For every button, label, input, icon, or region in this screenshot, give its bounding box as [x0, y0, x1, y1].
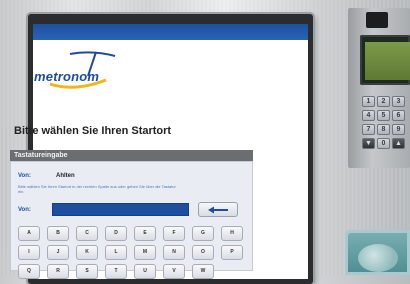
card-slot[interactable] [366, 12, 388, 28]
pin-key-2-0[interactable]: 7 [362, 124, 375, 135]
key-c[interactable]: C [76, 226, 98, 241]
backspace-button[interactable] [198, 202, 238, 217]
screen-top-bar [33, 24, 308, 40]
key-q[interactable]: Q [18, 264, 40, 279]
pin-key-2-1[interactable]: 8 [377, 124, 390, 135]
pin-key-0-1[interactable]: 2 [377, 96, 390, 107]
pin-key-0-2[interactable]: 3 [392, 96, 405, 107]
key-n[interactable]: N [163, 245, 185, 260]
pin-key-2-2[interactable]: 9 [392, 124, 405, 135]
key-l[interactable]: L [105, 245, 127, 260]
key-j[interactable]: J [47, 245, 69, 260]
pin-key-0-0[interactable]: 1 [362, 96, 375, 107]
key-f[interactable]: F [163, 226, 185, 241]
input-label: Von: [18, 207, 31, 213]
key-h[interactable]: H [221, 226, 243, 241]
key-s[interactable]: S [76, 264, 98, 279]
key-u[interactable]: U [134, 264, 156, 279]
station-input[interactable] [52, 203, 189, 216]
key-g[interactable]: G [192, 226, 214, 241]
station-input-value [53, 212, 56, 219]
key-m[interactable]: M [134, 245, 156, 260]
key-d[interactable]: D [105, 226, 127, 241]
key-o[interactable]: O [192, 245, 214, 260]
key-r[interactable]: R [47, 264, 69, 279]
panel-header: Tastatureingabe [10, 150, 253, 161]
page-title: Bitte wählen Sie Ihren Startort [14, 125, 172, 137]
pin-key-3-2[interactable]: ▲ [392, 138, 405, 149]
key-t[interactable]: T [105, 264, 127, 279]
pin-key-1-0[interactable]: 4 [362, 110, 375, 121]
pin-key-3-1[interactable]: 0 [377, 138, 390, 149]
pin-key-3-0[interactable]: ▼ [362, 138, 375, 149]
key-b[interactable]: B [47, 226, 69, 241]
key-p[interactable]: P [221, 245, 243, 260]
pin-key-1-2[interactable]: 6 [392, 110, 405, 121]
logo-swoosh-icon [69, 51, 116, 57]
pin-display [365, 42, 410, 80]
from-label: Von: [18, 173, 31, 179]
instruction-text: Bitte wählen Sie Ihren Startort in der r… [18, 184, 176, 194]
logo-wordmark: metronom [34, 69, 100, 84]
key-a[interactable]: A [18, 226, 40, 241]
coin-return-cup [358, 244, 398, 272]
key-w[interactable]: W [192, 264, 214, 279]
key-e[interactable]: E [134, 226, 156, 241]
from-value: Ahlten [56, 173, 75, 179]
pin-key-1-1[interactable]: 5 [377, 110, 390, 121]
key-v[interactable]: V [163, 264, 185, 279]
key-i[interactable]: I [18, 245, 40, 260]
arrow-left-icon [208, 206, 228, 213]
key-k[interactable]: K [76, 245, 98, 260]
